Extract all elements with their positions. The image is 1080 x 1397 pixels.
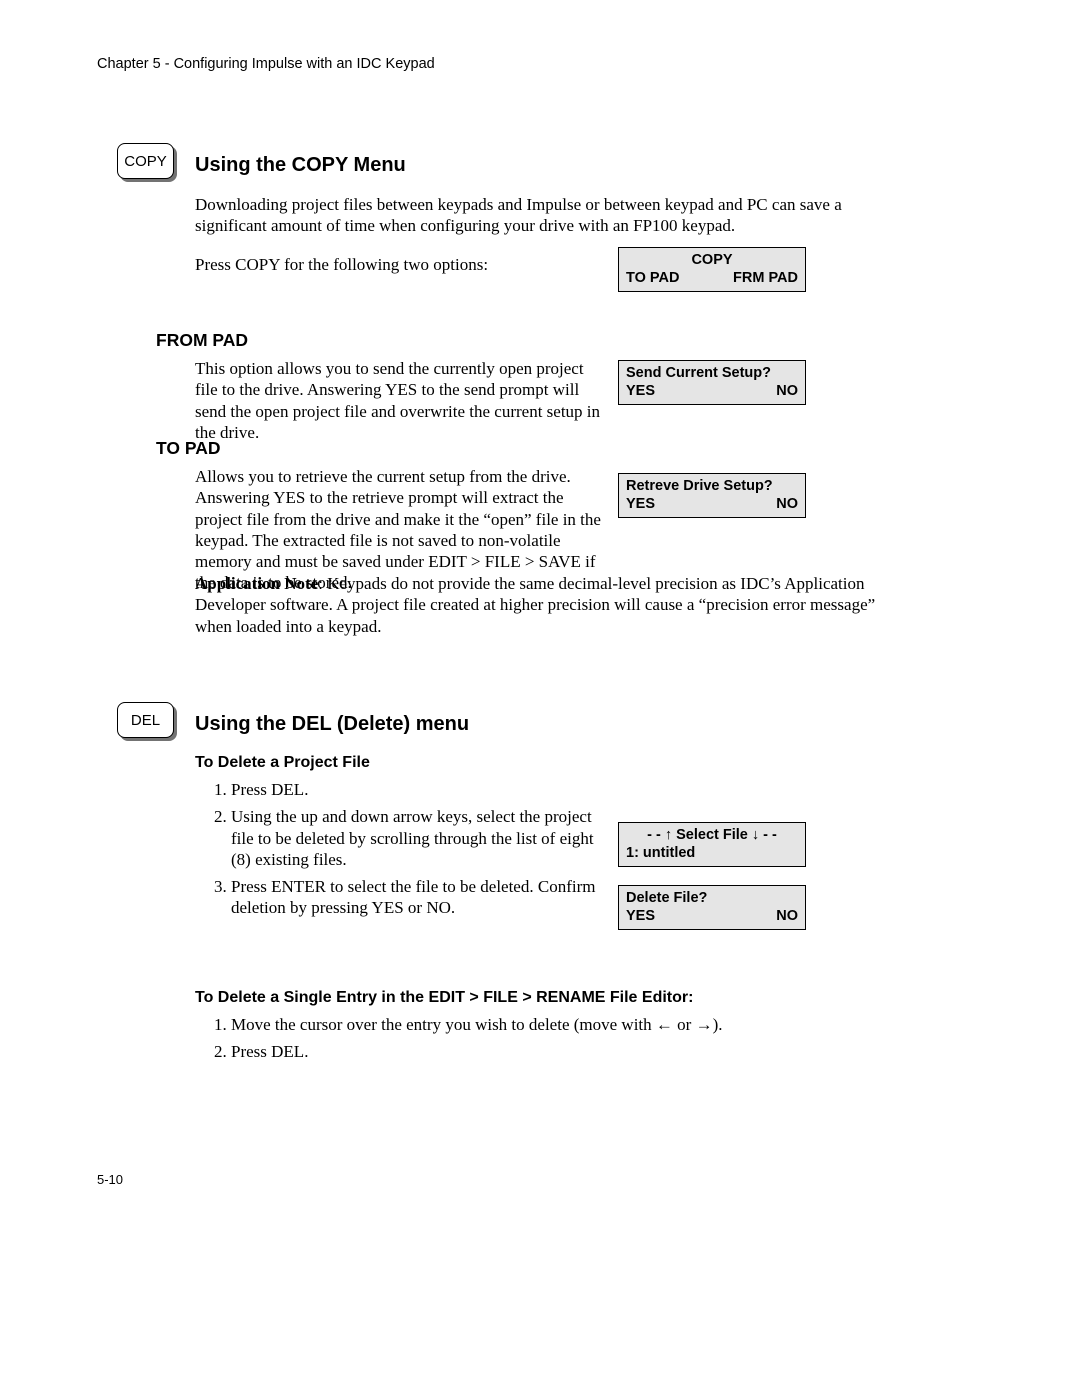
lcd-yes: YES (626, 382, 655, 400)
heading-from-pad: FROM PAD (156, 330, 248, 352)
lcd-option-frm-pad: FRM PAD (733, 269, 798, 287)
del-key-icon: DEL (117, 702, 174, 738)
lcd-delete-file: Delete File? YES NO (618, 885, 806, 930)
lcd-no: NO (776, 907, 798, 925)
running-head: Chapter 5 - Configuring Impulse with an … (97, 55, 435, 73)
delete-project-steps: Press DEL. Using the up and down arrow k… (195, 779, 610, 925)
copy-key-icon: COPY (117, 143, 174, 179)
heading-delete-project-file: To Delete a Project File (195, 753, 370, 773)
lcd-select-file: - - ↑ Select File ↓ - - 1: untitled (618, 822, 806, 867)
arrow-up-icon: ↑ (665, 827, 672, 843)
lcd-title: Delete File? (626, 889, 707, 907)
heading-delete-single-entry: To Delete a Single Entry in the EDIT > F… (195, 988, 895, 1008)
lcd-no: NO (776, 495, 798, 513)
lcd-line-1: - - ↑ Select File ↓ - - (647, 826, 777, 844)
delete-single-entry-steps: Move the cursor over the entry you wish … (195, 1014, 895, 1069)
lcd-copy-menu: COPY TO PAD FRM PAD (618, 247, 806, 292)
page: Chapter 5 - Configuring Impulse with an … (0, 0, 1080, 1397)
copy-intro: Downloading project files between keypad… (195, 194, 895, 237)
lcd-retrieve-drive-setup: Retreve Drive Setup? YES NO (618, 473, 806, 518)
heading-to-pad: TO PAD (156, 438, 221, 460)
lcd-option-to-pad: TO PAD (626, 269, 679, 287)
page-number: 5-10 (97, 1172, 123, 1188)
lcd-title: Retreve Drive Setup? (626, 477, 773, 495)
heading-using-del: Using the DEL (Delete) menu (195, 712, 469, 737)
lcd-send-current-setup: Send Current Setup? YES NO (618, 360, 806, 405)
list-item: Press DEL. (231, 779, 610, 800)
list-item: Move the cursor over the entry you wish … (231, 1014, 895, 1035)
lcd-title: Send Current Setup? (626, 364, 771, 382)
arrow-right-icon: → (696, 1015, 713, 1034)
list-item: Press ENTER to select the file to be del… (231, 876, 610, 919)
application-note: Application Note: Keypads do not provide… (195, 573, 895, 637)
list-item: Press DEL. (231, 1041, 895, 1062)
copy-press-line: Press COPY for the following two options… (195, 254, 605, 275)
lcd-line-2: 1: untitled (626, 844, 695, 862)
lcd-yes: YES (626, 907, 655, 925)
heading-using-copy: Using the COPY Menu (195, 153, 406, 178)
lcd-title: COPY (626, 251, 798, 269)
arrow-left-icon: ← (656, 1015, 673, 1034)
list-item: Using the up and down arrow keys, select… (231, 806, 610, 870)
application-note-label: Application Note (195, 574, 318, 593)
lcd-no: NO (776, 382, 798, 400)
lcd-yes: YES (626, 495, 655, 513)
from-pad-body: This option allows you to send the curre… (195, 358, 605, 443)
